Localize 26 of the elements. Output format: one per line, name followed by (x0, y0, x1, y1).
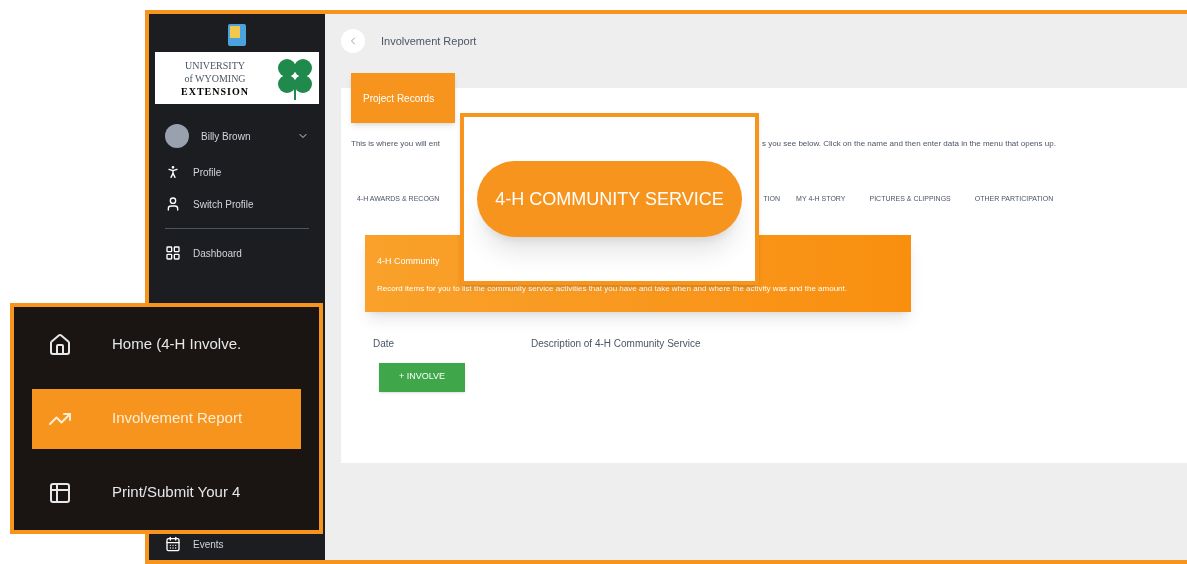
sidebar-item[interactable]: Switch Profile (149, 188, 325, 220)
menu-item[interactable]: Home (4-H Involve. (32, 314, 301, 375)
card-description: Record items for you to list the community service activities that you have and take when and where the activity was and the amount. (377, 284, 848, 294)
column-header: Description of 4-H Community Service (531, 336, 701, 351)
table-icon (48, 480, 72, 505)
logo-text: UNIVERSITY (185, 58, 245, 72)
sidebar-item[interactable]: Profile (149, 156, 325, 188)
figure-icon (165, 164, 181, 180)
sidebar-item[interactable]: Events (149, 528, 325, 560)
sidebar-item[interactable]: Dashboard (149, 237, 325, 269)
intro-text: This is where you will ent (351, 138, 440, 150)
logo-text: of WYOMING (184, 71, 246, 85)
avatar (165, 124, 189, 148)
person-icon (165, 196, 181, 212)
home-icon (48, 332, 72, 357)
grid-icon (165, 245, 181, 261)
clover-icon (275, 56, 315, 100)
section-badge: Project Records (351, 73, 455, 123)
logo-text: EXTENSION (181, 84, 249, 98)
page-title: Involvement Report (381, 33, 477, 49)
menu-item[interactable]: Print/Submit Your 4 (32, 462, 301, 523)
intro-text: s you see below. Click on the name and then enter data in the menu that opens up. (761, 138, 1056, 150)
user-name: Billy Brown (201, 129, 252, 144)
column-header: Date (373, 336, 396, 351)
calendar-icon (165, 536, 181, 552)
card-title: 4-H Community (377, 254, 441, 268)
